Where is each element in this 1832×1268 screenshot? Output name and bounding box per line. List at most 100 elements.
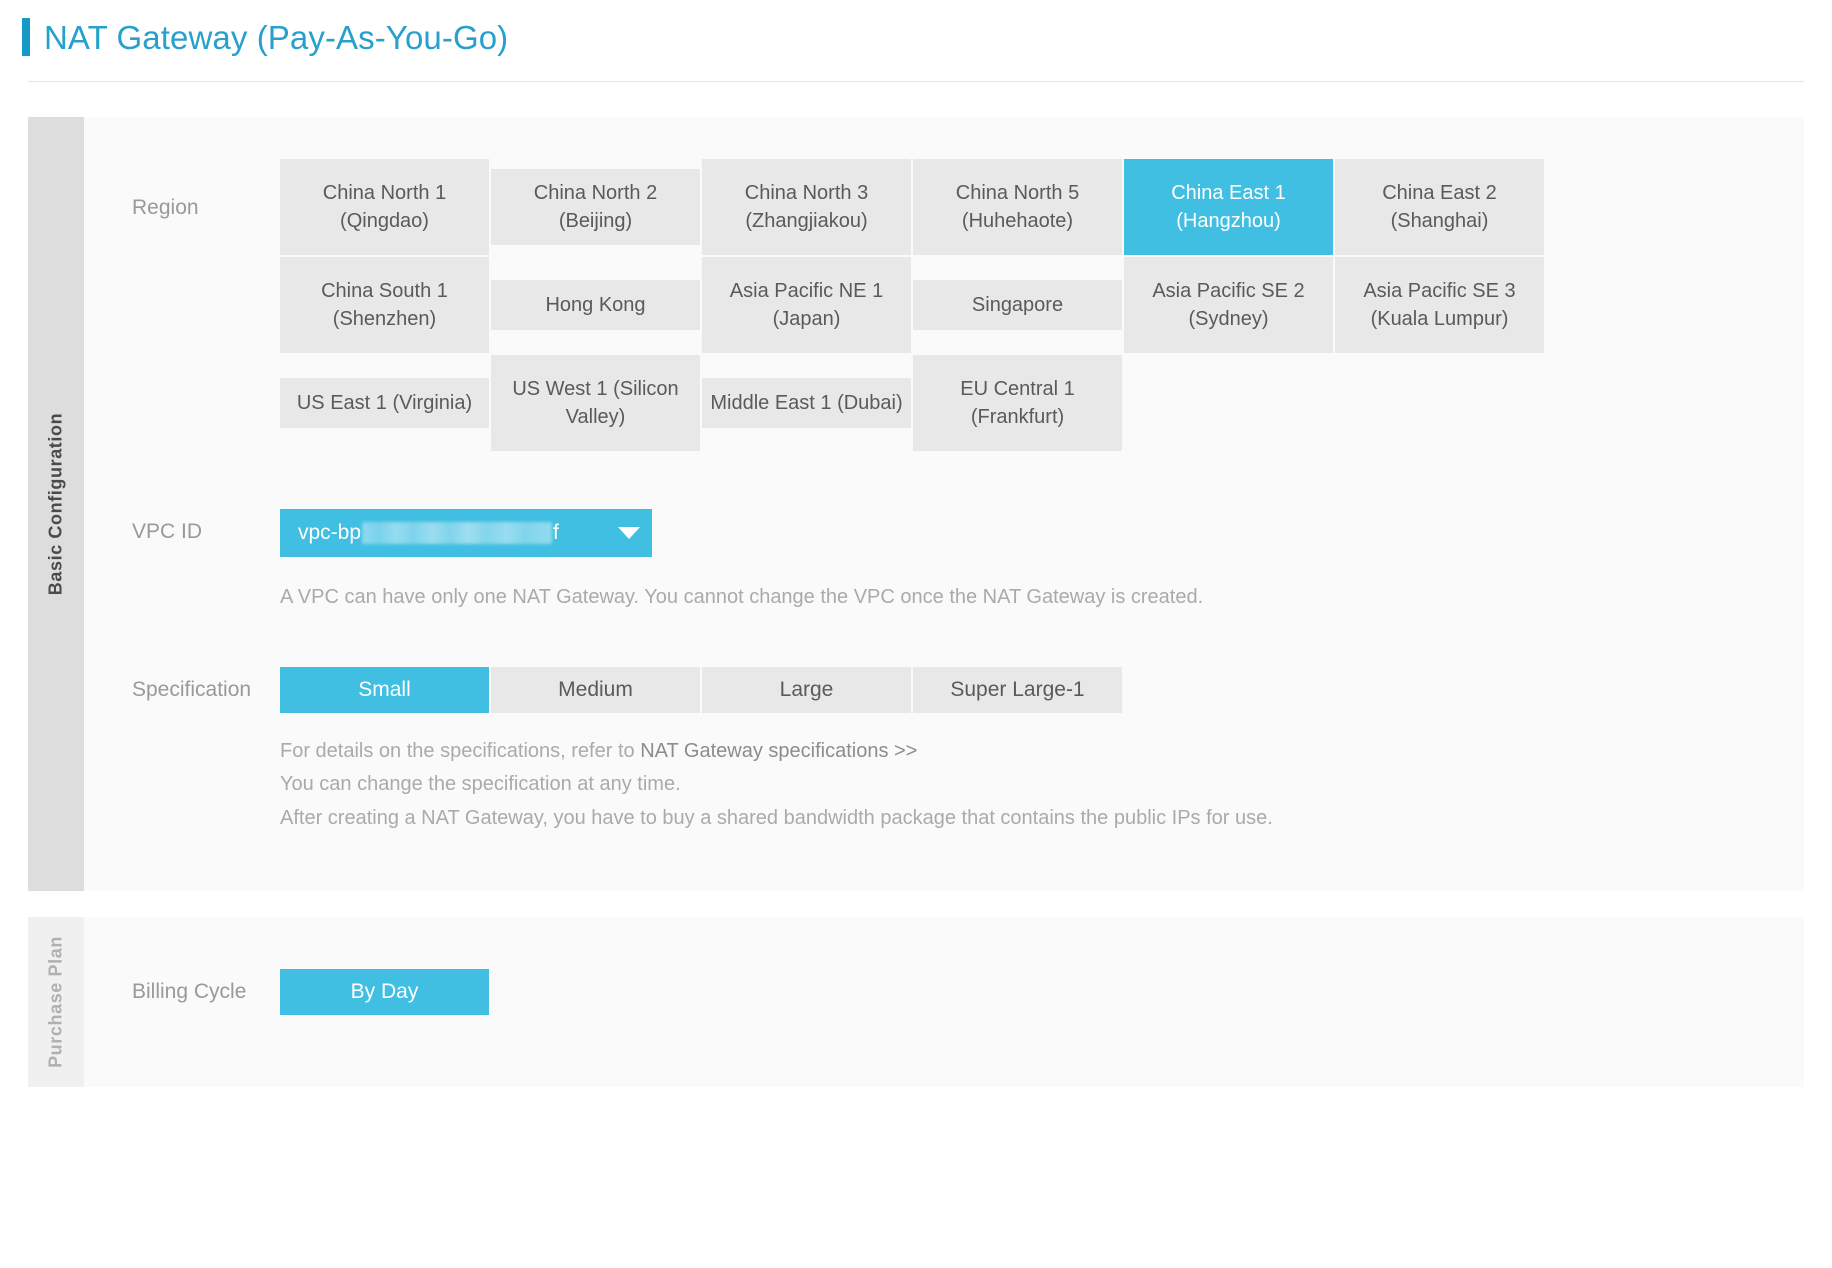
form-row-billing-cycle: Billing Cycle By Day <box>84 917 1804 1016</box>
region-cell[interactable]: China North 3 (Zhangjiakou) <box>702 159 911 255</box>
section-basic-configuration: Basic Configuration Region China North 1… <box>28 117 1804 892</box>
region-cell-line1: Asia Pacific SE 2 <box>1152 279 1305 302</box>
region-cell-line2: (Hangzhou) <box>1176 210 1281 232</box>
region-cell-label: China North 5 (Huhehaote) <box>956 179 1079 236</box>
specification-help-line-1: For details on the specifications, refer… <box>280 735 1804 769</box>
region-cell-label: China North 2 (Beijing) <box>495 179 696 236</box>
region-cell-line1: China East 1 <box>1171 181 1286 204</box>
region-cell-line2: (Frankfurt) <box>970 406 1065 428</box>
region-cell-line1: US West 1 (Silicon <box>512 377 679 400</box>
section-tab-label: Purchase Plan <box>45 936 66 1069</box>
vpc-id-redacted-mask <box>362 522 553 544</box>
specification-help-prefix: For details on the specifications, refer… <box>280 739 641 762</box>
vpc-id-helper-text: A VPC can have only one NAT Gateway. You… <box>280 586 1204 608</box>
region-cell-line1: EU Central 1 <box>960 377 1075 400</box>
title-accent-bar <box>22 18 30 56</box>
section-purchase-plan: Purchase Plan Billing Cycle By Day <box>28 917 1804 1088</box>
region-cell-label: US West 1 (Silicon Valley) <box>512 375 678 432</box>
region-cell-label: China South 1 (Shenzhen) <box>321 277 448 334</box>
region-cell-label: China North 1 (Qingdao) <box>323 179 446 236</box>
region-cell-line2: Valley) <box>565 406 626 428</box>
region-cell-line1: Asia Pacific SE 3 <box>1363 279 1516 302</box>
region-label: Region <box>132 196 199 219</box>
region-cell-label: Singapore <box>972 291 1063 319</box>
region-cell-label: Asia Pacific NE 1 (Japan) <box>730 277 883 334</box>
region-cell[interactable]: China North 2 (Beijing) <box>491 168 700 246</box>
vpc-id-select[interactable]: vpc-bp f <box>280 509 652 557</box>
region-cell-line2: (Kuala Lumpur) <box>1370 308 1509 330</box>
vpc-id-value-prefix: vpc-bp <box>298 521 362 544</box>
region-cell-line1: China North 3 <box>744 181 869 204</box>
region-cell[interactable]: US West 1 (Silicon Valley) <box>491 355 700 451</box>
region-cell-line1: China North 1 <box>322 181 447 204</box>
form-row-vpc-id: VPC ID vpc-bp f A VPC can have only one … <box>84 451 1804 615</box>
specification-help-block: For details on the specifications, refer… <box>280 735 1804 836</box>
region-cell[interactable]: Asia Pacific NE 1 (Japan) <box>702 257 911 353</box>
specification-option[interactable]: Medium <box>491 666 700 713</box>
billing-cycle-label: Billing Cycle <box>132 980 247 1004</box>
region-cell-line1: Middle East 1 (Dubai) <box>710 391 903 414</box>
region-cell-line2: (Sydney) <box>1188 308 1269 330</box>
region-cell-line1: China South 1 <box>321 279 448 302</box>
specification-label: Specification <box>132 677 252 701</box>
region-cell-line1: Hong Kong <box>545 293 646 316</box>
region-cell[interactable]: China South 1 (Shenzhen) <box>280 257 489 353</box>
region-cell-label: Hong Kong <box>545 291 645 319</box>
region-cell-line1: Singapore <box>971 293 1064 316</box>
form-row-specification: Specification Small Medium Large Super Larg… <box>84 615 1804 836</box>
vpc-id-value-suffix: f <box>553 521 559 544</box>
region-cell[interactable]: US East 1 (Virginia) <box>280 378 489 428</box>
region-cell-line2: (Shanghai) <box>1390 210 1489 232</box>
region-cell-label: China North 3 (Zhangjiakou) <box>745 179 868 236</box>
region-cell-line1: Asia Pacific NE 1 <box>729 279 884 302</box>
region-cell-label: Asia Pacific SE 3 (Kuala Lumpur) <box>1363 277 1515 334</box>
specification-help-line-2: You can change the specification at any … <box>280 773 681 796</box>
vpc-id-value: vpc-bp f <box>298 521 559 545</box>
section-bottom-spacer <box>84 835 1804 891</box>
region-cell-line1: China North 5 <box>955 181 1080 204</box>
region-cell[interactable]: Asia Pacific SE 2 (Sydney) <box>1124 257 1333 353</box>
nat-gateway-specifications-link[interactable]: NAT Gateway specifications >> <box>640 740 917 762</box>
section-tab-label: Basic Configuration <box>45 412 66 596</box>
specification-help-line-3: After creating a NAT Gateway, you have t… <box>280 806 1273 829</box>
section-body-basic-configuration: Region China North 1 (Qingdao) China North… <box>84 117 1804 892</box>
page-title: NAT Gateway (Pay-As-You-Go) <box>44 18 509 56</box>
specification-option[interactable]: Large <box>702 666 911 713</box>
section-tab-purchase-plan[interactable]: Purchase Plan <box>28 917 84 1088</box>
region-cell[interactable]: Asia Pacific SE 3 (Kuala Lumpur) <box>1335 257 1544 353</box>
header-divider <box>28 81 1804 82</box>
region-cell-line2: (Zhangjiakou) <box>745 210 868 232</box>
purchase-plan-bottom-spacer <box>84 1015 1804 1087</box>
region-cell-label: Asia Pacific SE 2 (Sydney) <box>1152 277 1304 334</box>
region-cell[interactable]: China North 5 (Huhehaote) <box>913 159 1122 255</box>
region-cell-line2: (Huhehaote) <box>961 210 1074 232</box>
region-cell-line1: China East 2 <box>1382 181 1497 204</box>
region-cell[interactable]: Middle East 1 (Dubai) <box>702 378 911 428</box>
page-header: NAT Gateway (Pay-As-You-Go) <box>0 0 1832 56</box>
vpc-id-label: VPC ID <box>132 520 203 543</box>
region-cell-line2: (Japan) <box>772 308 841 330</box>
region-cell-label: US East 1 (Virginia) <box>297 389 472 417</box>
region-cell-line1: China North 2 (Beijing) <box>533 181 658 232</box>
region-cell[interactable]: China East 2 (Shanghai) <box>1335 159 1544 255</box>
region-cell-line2: (Qingdao) <box>340 210 429 232</box>
chevron-down-icon[interactable] <box>618 527 640 539</box>
region-grid: China North 1 (Qingdao) China North 2 (Bei… <box>280 159 1804 451</box>
page-root: NAT Gateway (Pay-As-You-Go) Basic Config… <box>0 0 1832 1268</box>
region-cell[interactable]: China North 1 (Qingdao) <box>280 159 489 255</box>
region-cell-line2: (Shenzhen) <box>332 308 437 330</box>
specification-option[interactable]: Small <box>280 666 489 713</box>
section-tab-basic-configuration[interactable]: Basic Configuration <box>28 117 84 892</box>
region-cell[interactable]: China East 1 (Hangzhou) <box>1124 159 1333 255</box>
region-cell[interactable]: Hong Kong <box>491 280 700 330</box>
region-cell-label: Middle East 1 (Dubai) <box>710 389 902 417</box>
section-body-purchase-plan: Billing Cycle By Day <box>84 917 1804 1088</box>
region-cell-label: EU Central 1 (Frankfurt) <box>960 375 1075 432</box>
specification-option[interactable]: Super Large-1 <box>913 666 1122 713</box>
region-cell-line1: US East 1 (Virginia) <box>296 391 473 414</box>
region-cell[interactable]: Singapore <box>913 280 1122 330</box>
specification-button-group: Small Medium Large Super Large-1 <box>280 666 1804 713</box>
billing-cycle-option[interactable]: By Day <box>280 969 489 1016</box>
region-cell[interactable]: EU Central 1 (Frankfurt) <box>913 355 1122 451</box>
region-cell-label: China East 2 (Shanghai) <box>1382 179 1497 236</box>
